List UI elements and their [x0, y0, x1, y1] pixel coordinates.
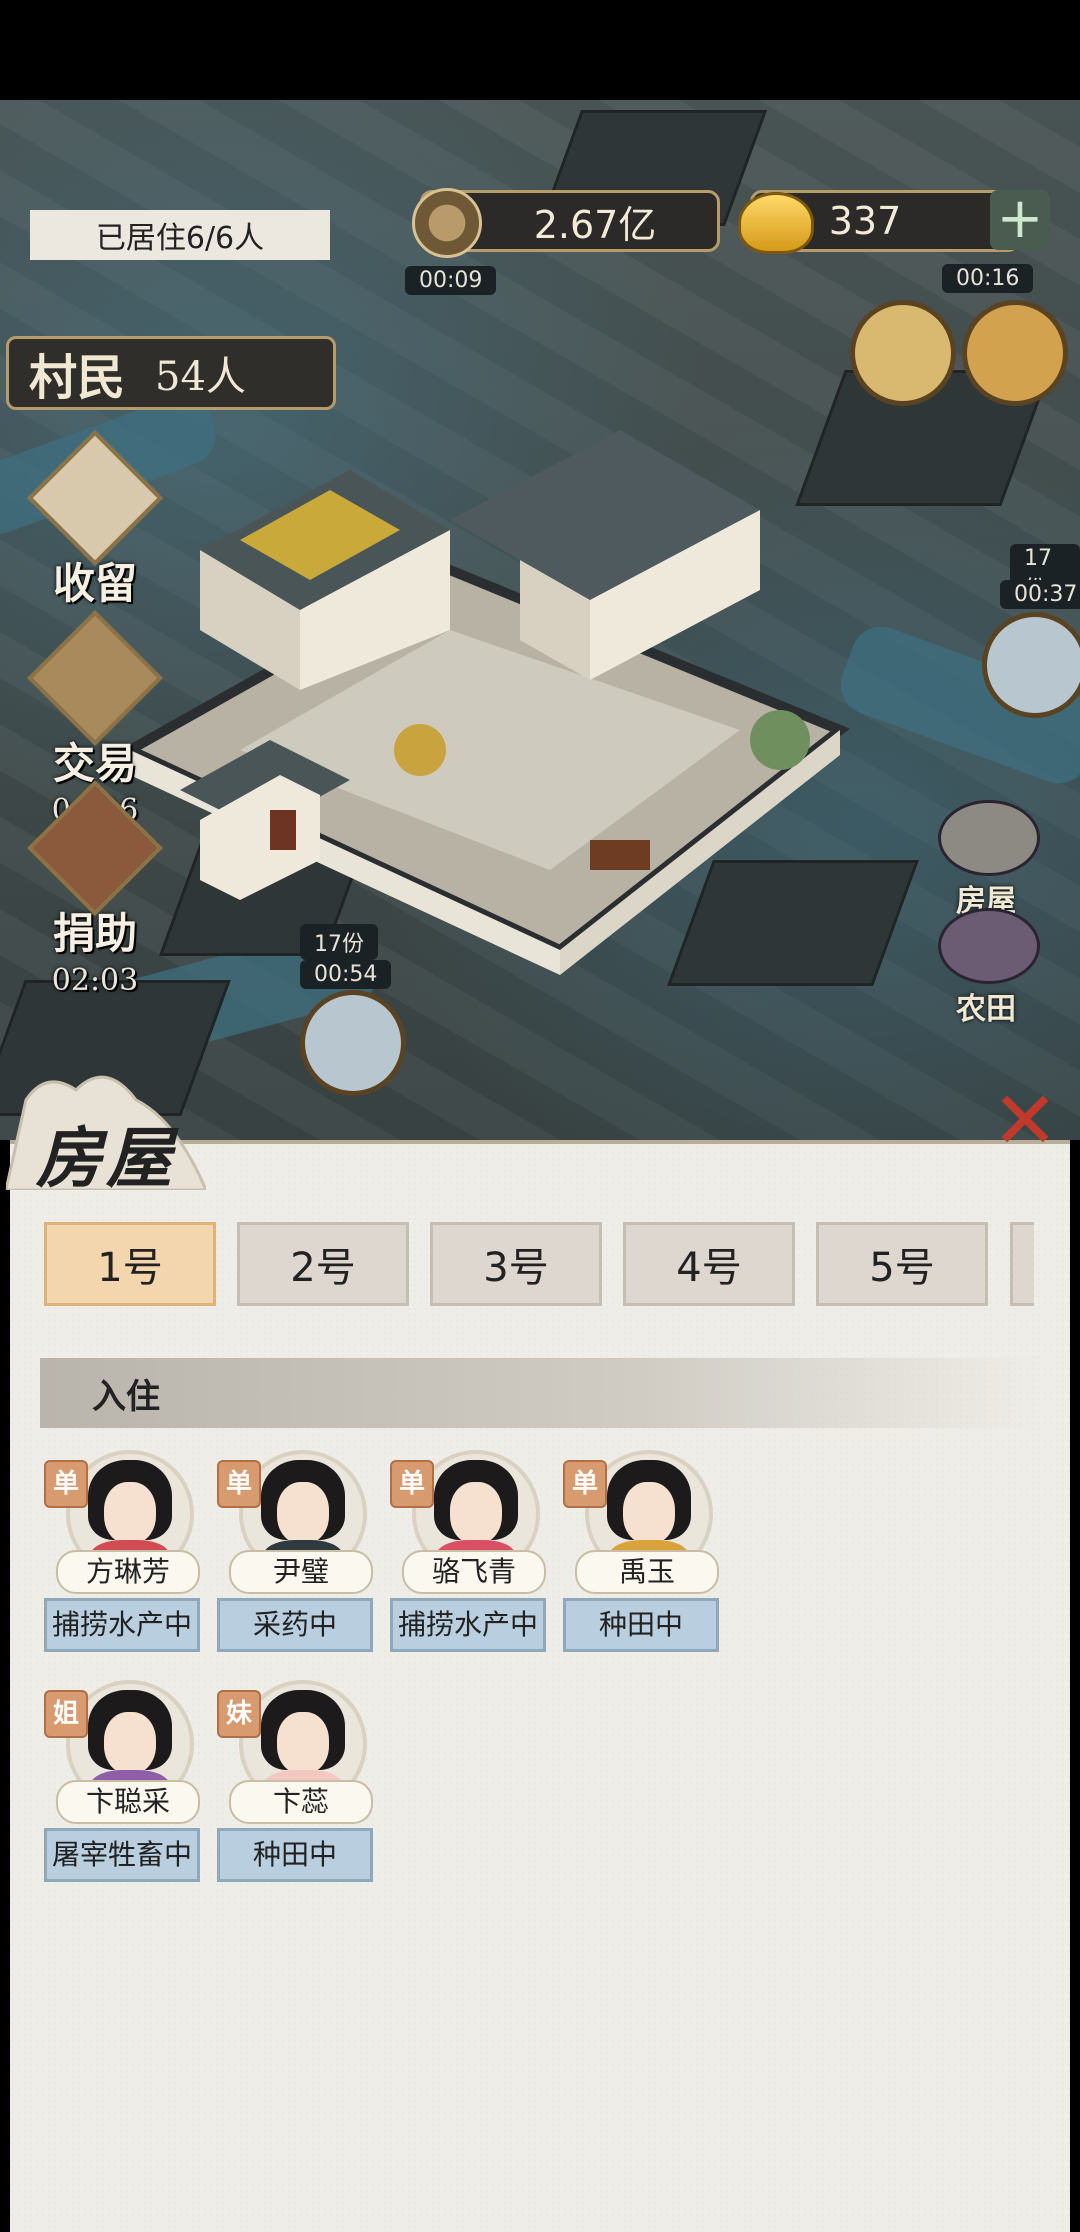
resident-status: 种田中	[563, 1598, 719, 1652]
lobster-icon[interactable]	[982, 612, 1080, 718]
donate-box-icon	[27, 780, 163, 916]
resident-status: 采药中	[217, 1598, 373, 1652]
close-button[interactable]: ✕	[990, 1081, 1060, 1161]
resident-name: 骆飞青	[402, 1550, 546, 1594]
resident-status: 种田中	[217, 1828, 373, 1882]
trade-icon	[27, 610, 163, 746]
section-header-residents: 入住	[40, 1358, 1040, 1428]
resident-card[interactable]: 姐 卞聪采 屠宰牲畜中	[44, 1680, 204, 1890]
timer: 00:54	[300, 960, 392, 989]
resident-tag: 姐	[44, 1690, 88, 1738]
resident-tag: 单	[44, 1460, 88, 1508]
coin-icon	[412, 188, 482, 258]
tab-house-1[interactable]: 1号	[44, 1222, 216, 1306]
timer: 00:09	[405, 266, 497, 295]
villager-count: 54人	[155, 354, 246, 400]
gold-ingot-icon	[738, 192, 814, 254]
resident-card[interactable]: 单 禹玉 种田中	[563, 1450, 723, 1660]
house-menu-button[interactable]: 房屋	[938, 800, 1040, 920]
add-gold-button[interactable]: +	[990, 190, 1050, 250]
scroll-icon[interactable]	[850, 300, 956, 406]
gold-amount: 337	[828, 199, 902, 243]
resident-tag: 单	[390, 1460, 434, 1508]
farm-menu-button[interactable]: 农田	[938, 908, 1040, 1028]
tab-house-5[interactable]: 5号	[816, 1222, 988, 1306]
timer: 00:37	[1000, 580, 1080, 609]
resident-name: 尹璧	[229, 1550, 373, 1594]
portrait-icon	[27, 430, 163, 566]
house-icon	[938, 800, 1040, 876]
resident-count-label: 已居住6/6人	[30, 210, 330, 260]
tab-house-next-partial[interactable]	[1010, 1222, 1034, 1306]
donate-timer: 02:03	[51, 963, 139, 998]
tab-house-4[interactable]: 4号	[623, 1222, 795, 1306]
resident-card[interactable]: 单 方琳芳 捕捞水产中	[44, 1450, 204, 1660]
timer: 00:16	[942, 264, 1034, 293]
resident-status: 屠宰牲畜中	[44, 1828, 200, 1882]
farm-menu-label: 农田	[956, 992, 1016, 1027]
tab-house-2[interactable]: 2号	[237, 1222, 409, 1306]
settings-gear-icon[interactable]	[962, 300, 1068, 406]
villager-counter[interactable]: 村民 54人	[6, 336, 336, 410]
resident-tag: 单	[217, 1460, 261, 1508]
donate-button[interactable]: 捐助 02:03	[27, 780, 163, 998]
stock-count: 17份	[300, 924, 378, 960]
resident-name: 方琳芳	[56, 1550, 200, 1594]
villager-label: 村民	[29, 350, 126, 406]
coin-amount: 2.67亿	[533, 202, 657, 247]
farm-icon	[938, 908, 1040, 984]
resident-status: 捕捞水产中	[390, 1598, 546, 1652]
panel-title: 房屋	[36, 1119, 176, 1197]
resident-name: 卞蕊	[229, 1780, 373, 1824]
resident-tag: 单	[563, 1460, 607, 1508]
tab-house-3[interactable]: 3号	[430, 1222, 602, 1306]
shelter-button[interactable]: 收留	[27, 430, 163, 611]
resident-name: 卞聪采	[56, 1780, 200, 1824]
resident-card[interactable]: 单 尹璧 采药中	[217, 1450, 377, 1660]
selected-courtyard[interactable]	[120, 430, 960, 1070]
resident-tag: 妹	[217, 1690, 261, 1738]
resident-card[interactable]: 单 骆飞青 捕捞水产中	[390, 1450, 550, 1660]
resident-status: 捕捞水产中	[44, 1598, 200, 1652]
resident-card[interactable]: 妹 卞蕊 种田中	[217, 1680, 377, 1890]
lobster-icon[interactable]	[300, 990, 406, 1096]
resident-name: 禹玉	[575, 1550, 719, 1594]
